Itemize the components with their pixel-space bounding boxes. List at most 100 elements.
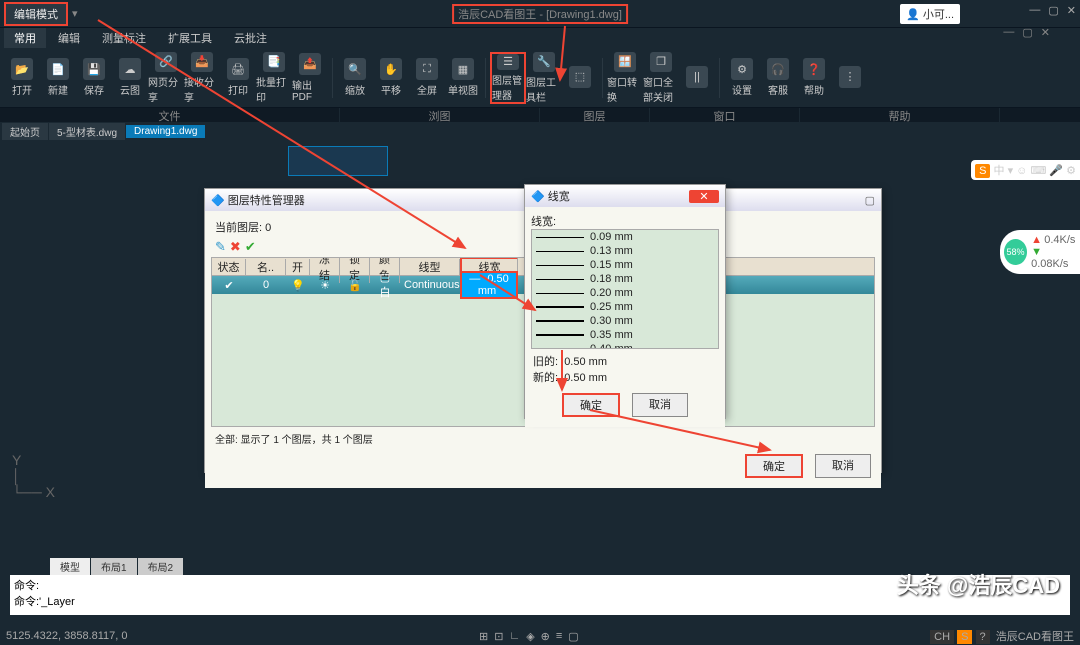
ribbon-窗口转换[interactable]: 🪟窗口转换 <box>607 52 643 104</box>
inner-restore-icon[interactable]: ▢ <box>1022 26 1032 39</box>
ribbon-btn[interactable]: || <box>679 52 715 104</box>
ribbon-group-label: 帮助 <box>800 108 1000 122</box>
lw-cancel-button[interactable]: 取消 <box>632 393 688 417</box>
ribbon-icon: 🎧 <box>767 58 789 80</box>
status-icon[interactable]: ⊡ <box>494 630 503 643</box>
lineweight-option[interactable]: 0.35 mm <box>532 328 718 342</box>
window-title: 浩辰CAD看图王 - [Drawing1.dwg] <box>452 4 628 24</box>
ribbon-图层管理器[interactable]: ☰图层管理器 <box>490 52 526 104</box>
lineweight-option[interactable]: 0.25 mm <box>532 300 718 314</box>
ribbon-打开[interactable]: 📂打开 <box>4 52 40 104</box>
menu-bar: 常用编辑测量标注扩展工具云批注 <box>0 28 1080 48</box>
ribbon-帮助[interactable]: ❓帮助 <box>796 52 832 104</box>
ribbon-云图[interactable]: ☁云图 <box>112 52 148 104</box>
ribbon-groups: 文件浏图图层窗口帮助 <box>0 108 1080 122</box>
inner-minimize-icon[interactable]: — <box>1003 26 1014 39</box>
minimize-icon[interactable]: — <box>1029 4 1040 17</box>
new-layer-icon[interactable]: ✎ <box>215 239 226 255</box>
ribbon-group-label: 图层 <box>540 108 650 122</box>
model-tab[interactable]: 模型 <box>50 558 90 575</box>
ribbon-缩放[interactable]: 🔍缩放 <box>337 52 373 104</box>
drawing-canvas[interactable]: Y│└── X 🔷 图层特性管理器 ▢ 当前图层: 0 ✎ ✖ ✔ 状态 名..… <box>0 140 1080 560</box>
doc-tab[interactable]: 起始页 <box>2 123 48 140</box>
ribbon-单视图[interactable]: ▦单视图 <box>445 52 481 104</box>
col-state[interactable]: 状态 <box>212 259 246 275</box>
ribbon-保存[interactable]: 💾保存 <box>76 52 112 104</box>
edit-mode-badge[interactable]: 编辑模式 <box>4 2 68 26</box>
ribbon-btn[interactable]: ⬚ <box>562 52 598 104</box>
status-icon[interactable]: ∟ <box>509 630 520 643</box>
ribbon-icon: ⚙ <box>731 58 753 80</box>
ribbon-新建[interactable]: 📄新建 <box>40 52 76 104</box>
ribbon-打印[interactable]: 🖨打印 <box>220 52 256 104</box>
ribbon-btn[interactable]: ⋮ <box>832 52 868 104</box>
lineweight-option[interactable]: 0.40 mm <box>532 342 718 349</box>
ribbon-批量打印[interactable]: 📑批量打印 <box>256 52 292 104</box>
lineweight-option[interactable]: 0.20 mm <box>532 286 718 300</box>
menu-tab[interactable]: 编辑 <box>48 28 90 48</box>
lw-ok-button[interactable]: 确定 <box>562 393 620 417</box>
user-badge[interactable]: 👤 小可... <box>900 4 960 24</box>
drawing-rectangle[interactable] <box>288 146 388 176</box>
menu-tab[interactable]: 扩展工具 <box>158 28 222 48</box>
status-icon[interactable]: ◈ <box>526 630 534 643</box>
lw-dialog-title[interactable]: 🔷 线宽 ✕ <box>525 185 725 207</box>
ribbon-输出PDF[interactable]: 📤输出PDF <box>292 52 328 104</box>
col-on[interactable]: 开 <box>286 259 310 275</box>
maximize-icon[interactable]: ▢ <box>1048 4 1058 17</box>
menu-tab[interactable]: 常用 <box>4 28 46 48</box>
status-icon[interactable]: ▢ <box>568 630 578 643</box>
ime-widget[interactable]: S 中 ▾ ☺ ⌨ 🎤 ⚙ <box>971 160 1080 180</box>
model-tabs: 模型布局1布局2 <box>50 558 183 575</box>
lineweight-option[interactable]: 0.15 mm <box>532 258 718 272</box>
lineweight-option[interactable]: 0.09 mm <box>532 230 718 244</box>
model-tab[interactable]: 布局2 <box>138 558 184 575</box>
status-bar: 5125.4322, 3858.8117, 0 ⊞ ⊡ ∟ ◈ ⊕ ≡ ▢ CH… <box>0 627 1080 645</box>
status-icon[interactable]: ⊞ <box>479 630 488 643</box>
coords: 5125.4322, 3858.8117, 0 <box>6 630 128 642</box>
layer-ok-button[interactable]: 确定 <box>745 454 803 478</box>
layer-footer: 全部: 显示了 1 个图层，共 1 个图层 <box>211 427 875 450</box>
ribbon-接收分享[interactable]: 📥接收分享 <box>184 52 220 104</box>
layer-cancel-button[interactable]: 取消 <box>815 454 871 478</box>
document-tabs: 起始页5-型材表.dwgDrawing1.dwg <box>0 122 1080 140</box>
lineweight-option[interactable]: 0.30 mm <box>532 314 718 328</box>
ribbon-icon: ⛶ <box>416 58 438 80</box>
lineweight-option[interactable]: 0.13 mm <box>532 244 718 258</box>
ribbon-icon: 📥 <box>191 52 213 72</box>
speed-widget[interactable]: 58% ▲ 0.4K/s▼ 0.08K/s <box>1000 230 1080 274</box>
ribbon-icon: 💾 <box>83 58 105 80</box>
doc-tab[interactable]: 5-型材表.dwg <box>49 123 125 140</box>
ribbon-icon: 📂 <box>11 58 33 80</box>
model-tab[interactable]: 布局1 <box>91 558 137 575</box>
menu-tab[interactable]: 云批注 <box>224 28 277 48</box>
ribbon-group-label: 浏图 <box>340 108 540 122</box>
status-icon[interactable]: ⊕ <box>541 630 550 643</box>
doc-tab[interactable]: Drawing1.dwg <box>126 125 205 138</box>
ribbon-平移[interactable]: ✋平移 <box>373 52 409 104</box>
close-icon[interactable]: ✕ <box>1067 4 1076 17</box>
ribbon-图层工具栏[interactable]: 🔧图层工具栏 <box>526 52 562 104</box>
col-name[interactable]: 名.. <box>246 259 286 275</box>
delete-layer-icon[interactable]: ✖ <box>230 239 241 255</box>
ucs-icon: Y│└── X <box>12 452 55 500</box>
lw-label: 线宽: <box>531 213 719 229</box>
lineweight-list[interactable]: 0.09 mm0.13 mm0.15 mm0.18 mm0.20 mm0.25 … <box>531 229 719 349</box>
ribbon-窗口全部关闭[interactable]: ❐窗口全部关闭 <box>643 52 679 104</box>
lineweight-cell[interactable]: — 0.50 mm <box>460 271 518 299</box>
status-icon[interactable]: ≡ <box>556 630 562 643</box>
set-current-icon[interactable]: ✔ <box>245 239 256 255</box>
layer-dialog-close-icon[interactable]: ▢ <box>865 194 875 207</box>
ribbon-全屏[interactable]: ⛶全屏 <box>409 52 445 104</box>
lineweight-option[interactable]: 0.18 mm <box>532 272 718 286</box>
inner-close-icon[interactable]: ✕ <box>1041 26 1050 39</box>
ribbon-网页分享[interactable]: 🔗网页分享 <box>148 52 184 104</box>
lw-dialog-close-icon[interactable]: ✕ <box>689 190 719 203</box>
ribbon-客服[interactable]: 🎧客服 <box>760 52 796 104</box>
col-linetype[interactable]: 线型 <box>400 259 460 275</box>
ribbon-icon: 📄 <box>47 58 69 80</box>
menu-tab[interactable]: 测量标注 <box>92 28 156 48</box>
ribbon-icon: ❓ <box>803 58 825 80</box>
ribbon-icon: ☁ <box>119 58 141 80</box>
ribbon-设置[interactable]: ⚙设置 <box>724 52 760 104</box>
